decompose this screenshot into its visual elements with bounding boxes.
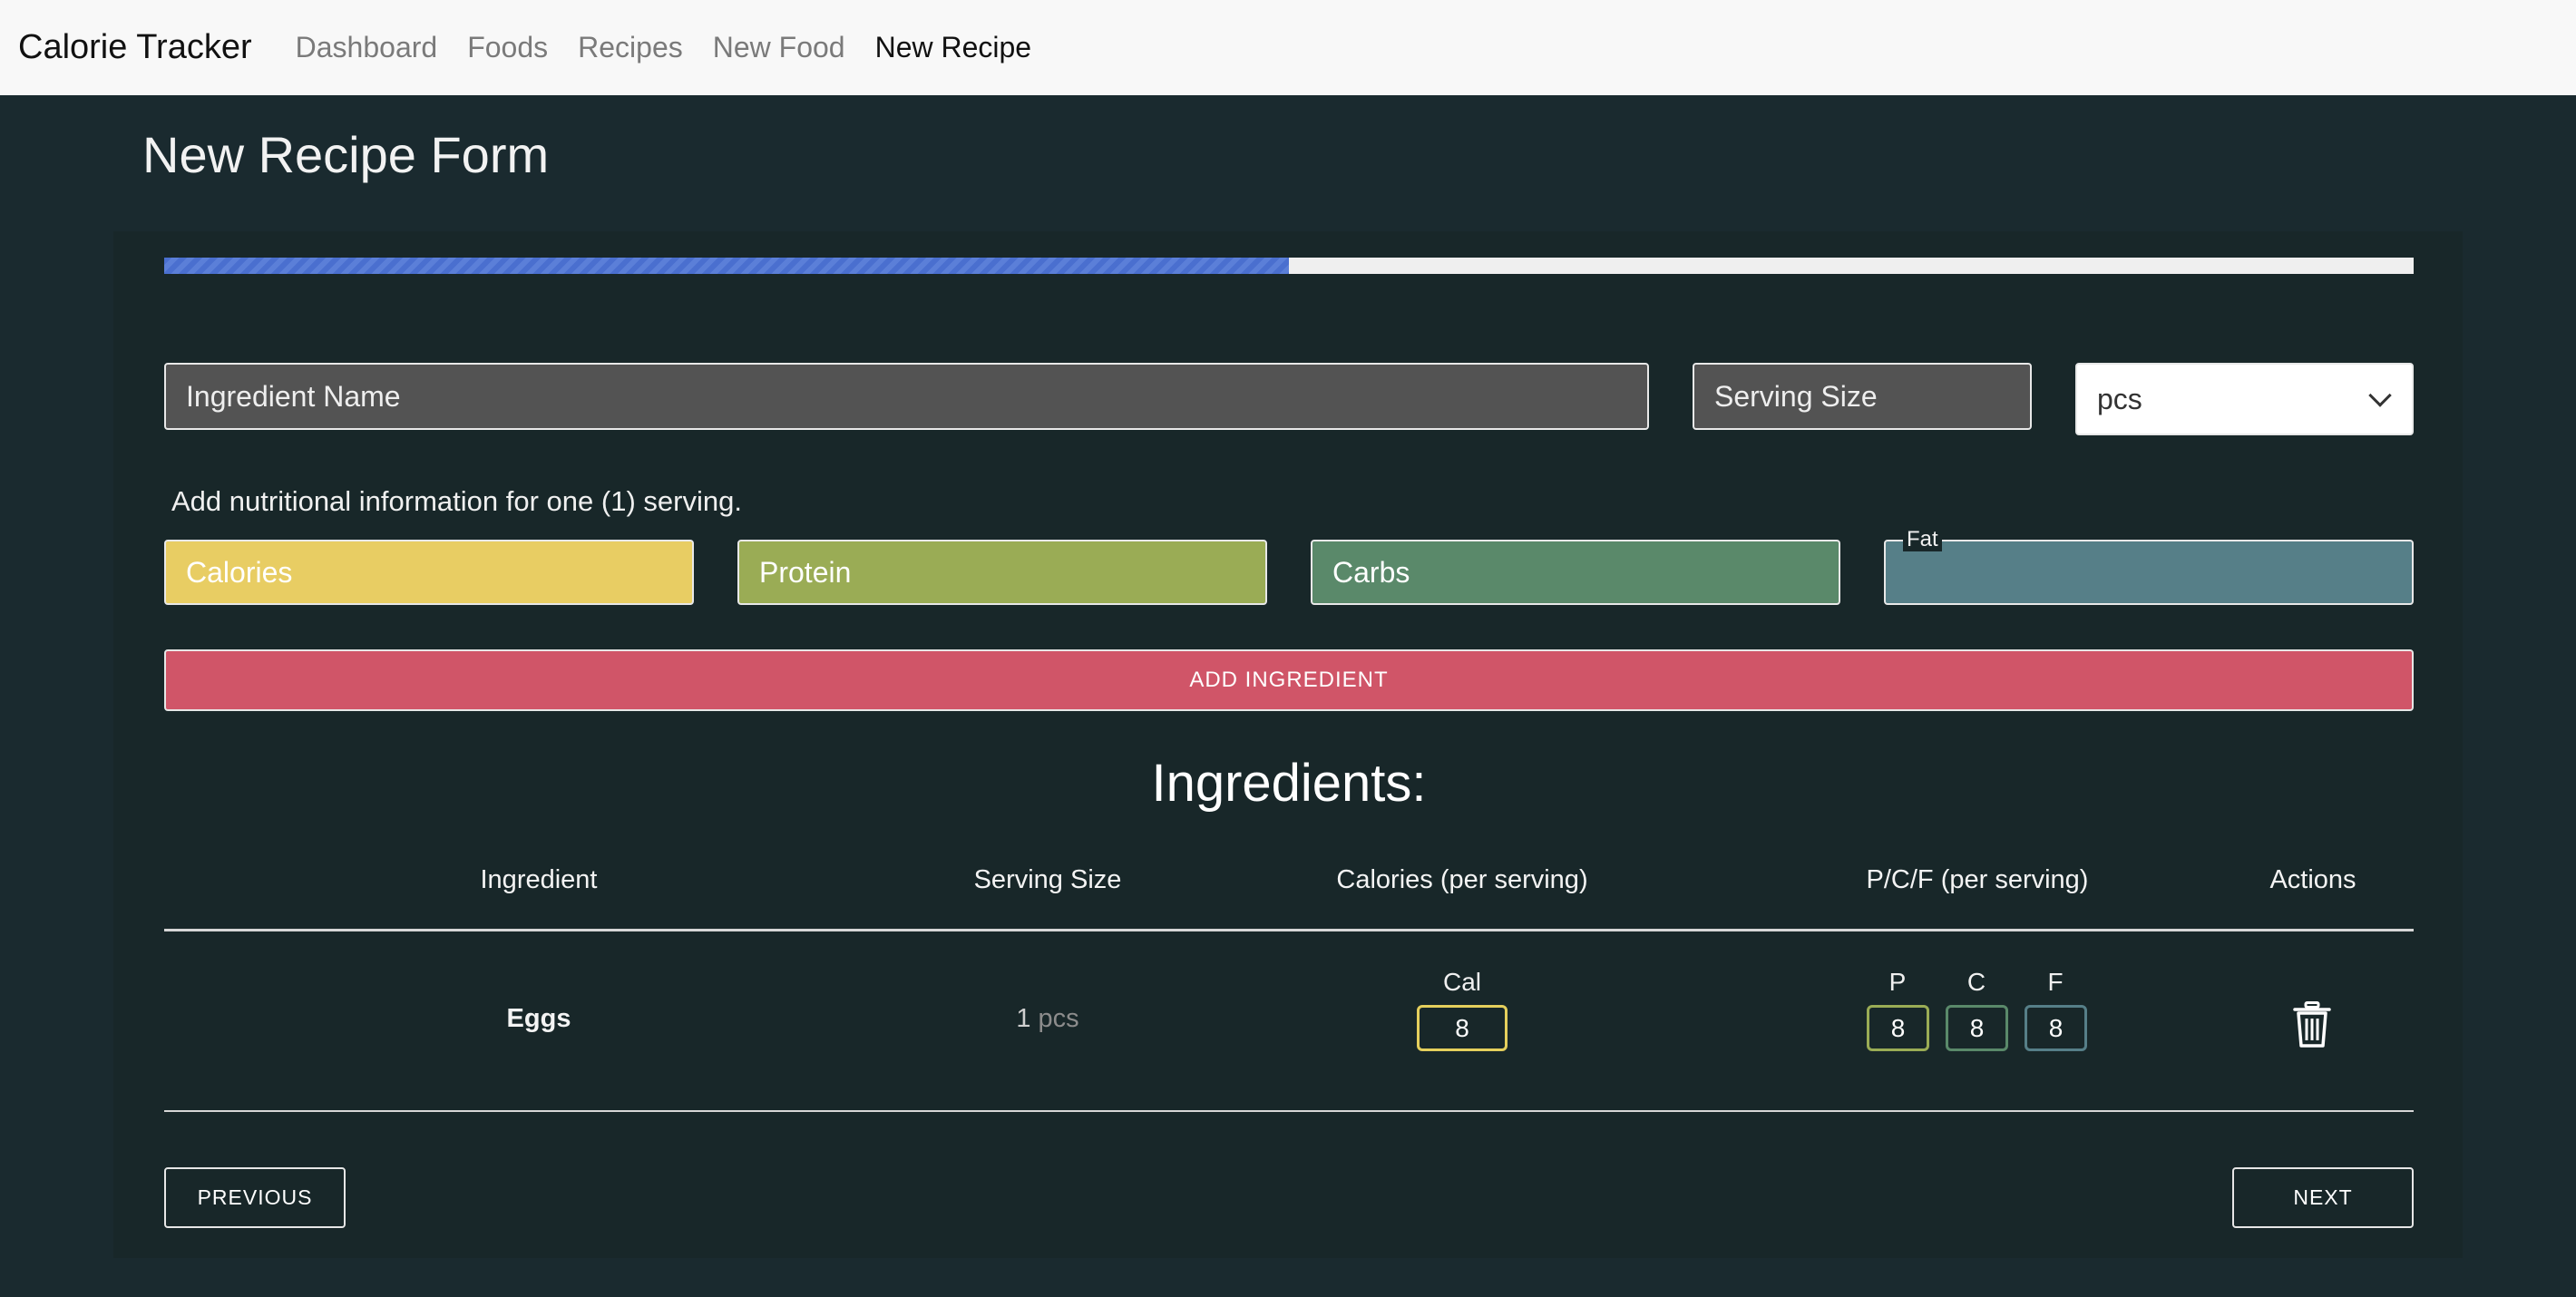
previous-button[interactable]: PREVIOUS [164,1167,346,1228]
row-p-label: P [1888,968,1907,996]
nav-link-dashboard[interactable]: Dashboard [296,31,438,64]
ingredient-name-input[interactable]: Ingredient Name [164,363,1649,430]
header-calories: Calories (per serving) [1336,865,1588,894]
row-protein-badge: 8 [1867,1005,1929,1051]
calories-input[interactable]: Calories [164,540,694,605]
ingredients-title: Ingredients: [1151,754,1427,813]
header-ingredient: Ingredient [480,865,598,894]
next-button[interactable]: NEXT [2232,1167,2414,1228]
row-serving-unit: pcs [1038,1004,1079,1033]
progress-fill [164,258,1289,274]
unit-select-value: pcs [2097,382,2142,415]
carbs-input[interactable]: Carbs [1311,540,1840,605]
row-ingredient-name: Eggs [506,1004,571,1033]
fat-input[interactable] [1884,540,2414,605]
row-cal-label: Cal [1442,968,1482,996]
nav-link-foods[interactable]: Foods [467,31,548,64]
page-title: New Recipe Form [142,126,550,183]
brand[interactable]: Calorie Tracker [18,28,252,67]
serving-size-input[interactable]: Serving Size [1693,363,2032,430]
nav-link-recipes[interactable]: Recipes [578,31,683,64]
header-pcf: P/C/F (per serving) [1866,865,2089,894]
trash-icon[interactable] [2293,1001,2331,1048]
row-serving-size: 1 pcs [1016,1004,1078,1034]
header-divider [164,929,2414,931]
fat-input-label: Fat [1903,528,1942,551]
add-ingredient-button[interactable]: ADD INGREDIENT [164,649,2414,711]
progress-bar [164,258,2414,274]
row-carbs-badge: 8 [1946,1005,2008,1051]
row-fat-badge: 8 [2025,1005,2087,1051]
protein-input[interactable]: Protein [737,540,1267,605]
row-serving-qty: 1 [1016,1004,1031,1033]
row-divider [164,1110,2414,1112]
nav-link-new-recipe[interactable]: New Recipe [875,31,1032,64]
nav-link-new-food[interactable]: New Food [713,31,845,64]
header-actions: Actions [2269,865,2356,894]
row-c-label: C [1966,968,1986,996]
row-calories-badge: 8 [1417,1005,1508,1051]
row-f-label: F [2047,968,2064,996]
header-serving-size: Serving Size [973,865,1122,894]
navbar: Calorie Tracker Dashboard Foods Recipes … [0,0,2576,95]
unit-select[interactable]: pcs [2075,363,2414,435]
chevron-down-icon [2368,384,2392,407]
nutrition-hint: Add nutritional information for one (1) … [171,485,742,517]
